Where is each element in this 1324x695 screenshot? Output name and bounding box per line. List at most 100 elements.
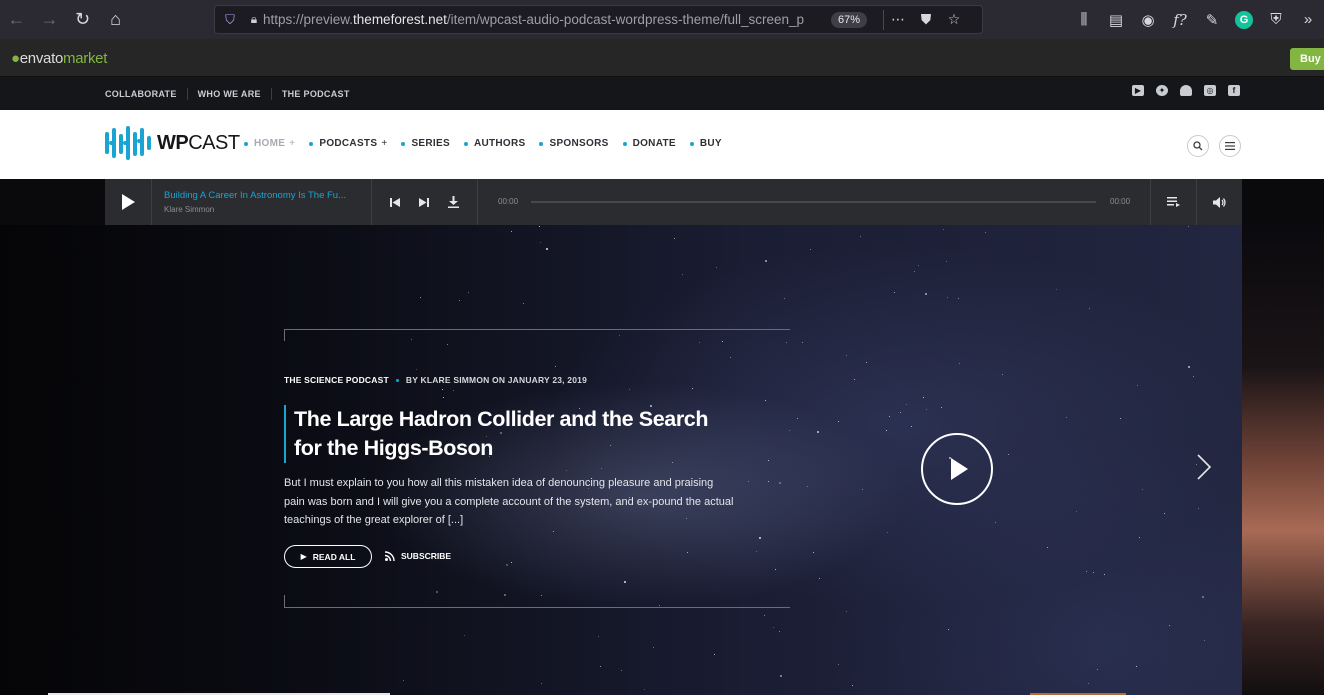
star-dot [925,293,928,296]
star-dot [785,341,787,343]
account-icon[interactable]: ◉ [1132,11,1164,29]
player-play-button[interactable] [105,179,152,225]
nav-dot [622,141,627,146]
library-icon[interactable]: ⫼ [1068,11,1100,28]
wpcast-logo[interactable]: WPCAST [105,124,240,162]
wpcast-logo-mark-icon [105,126,151,160]
next-slide-preview[interactable] [1242,225,1324,695]
overflow-menu-icon[interactable]: » [1292,11,1324,28]
function-extension-icon[interactable]: f? [1164,11,1196,29]
star-dot [1076,510,1077,512]
star-dot [552,530,554,532]
twitter-icon[interactable]: ✦ [1156,85,1168,96]
lock-icon[interactable]: 🔒︎ [245,12,263,27]
nav-item-series[interactable]: SERIES [401,138,450,149]
star-dot [1097,668,1099,670]
previous-track-icon[interactable] [389,197,400,207]
top-link-divider [270,88,272,100]
star-dot [674,237,676,239]
star-dot [802,341,804,343]
star-dot [541,595,543,597]
facebook-icon[interactable]: f [1228,85,1240,96]
star-dot [1187,366,1190,369]
star-dot [538,226,540,228]
star-dot [1085,570,1087,572]
menu-button[interactable] [1219,135,1241,157]
star-dot [906,403,908,405]
site-header: WPCAST HOME + PODCASTS + SERIES AUTHORS SP… [0,110,1324,179]
volume-button[interactable] [1196,179,1242,225]
youtube-icon[interactable]: ▶ [1132,85,1144,96]
star-dot [1188,225,1190,227]
color-picker-icon[interactable]: ✎ [1196,11,1228,29]
address-bar[interactable]: ⛉ 🔒︎ https://preview.themeforest.net/ite… [214,5,983,34]
nav-item-buy[interactable]: BUY [689,138,722,149]
pocket-icon[interactable]: ⛊ [912,11,940,28]
back-icon[interactable]: ← [0,0,33,39]
nav-item-podcasts[interactable]: PODCASTS + [309,138,387,149]
star-dot [755,550,757,552]
zoom-badge[interactable]: 67% [831,11,868,28]
star-dot [984,231,986,233]
star-dot [1047,547,1049,549]
star-dot [943,228,945,230]
next-slide-arrow-icon[interactable] [1196,453,1212,481]
nav-item-sponsors[interactable]: SPONSORS [539,138,608,149]
star-dot [910,425,912,427]
envato-market-logo[interactable]: ●envatomarket [11,50,107,67]
nav-item-donate[interactable]: DONATE [622,138,676,149]
next-track-icon[interactable] [418,197,429,207]
hero-title[interactable]: The Large Hadron Collider and the Search… [294,405,724,463]
star-dot [941,407,943,408]
playlist-button[interactable] [1150,179,1196,225]
star-dot [1119,417,1121,419]
top-link-the-podcast[interactable]: THE PODCAST [282,89,350,99]
reload-icon[interactable]: ↻ [66,0,99,39]
play-small-icon: ▶ [300,552,307,561]
star-dot [713,653,715,655]
star-dot [503,593,506,596]
hero-byline[interactable]: BY KLARE SIMMON ON JANUARY 23, 2019 [406,375,587,385]
star-dot [854,378,856,380]
player-progress-bar[interactable] [531,201,1096,203]
star-dot [686,552,688,554]
download-icon[interactable] [448,196,460,208]
main-nav: HOME + PODCASTS + SERIES AUTHORS SPONSORS … [244,138,736,149]
social-icons: ▶ ✦ ◎ f [1132,85,1252,96]
browser-toolbar: ← → ↻ ⌂ ⛉ 🔒︎ https://preview.themeforest… [0,0,1324,39]
star-dot [1136,665,1138,667]
star-dot [621,669,623,671]
star-dot [624,581,627,584]
star-dot [889,416,891,418]
bookmark-star-icon[interactable]: ☆ [940,11,968,28]
reader-view-icon[interactable]: ▤ [1100,11,1132,29]
nav-item-authors[interactable]: AUTHORS [463,138,526,149]
hero-category-link[interactable]: THE SCIENCE PODCAST [284,375,389,385]
star-dot [767,480,769,482]
subscribe-button[interactable]: SUBSCRIBE [385,551,451,561]
nav-item-home[interactable]: HOME + [244,138,295,149]
buy-button[interactable]: Buy t [1290,48,1324,70]
more-actions-icon[interactable]: ⋯ [884,11,912,28]
grammarly-icon[interactable]: G [1235,10,1253,29]
tracking-shield-icon[interactable]: ⛉ [215,12,245,28]
soundcloud-icon[interactable] [1180,85,1192,96]
top-link-collaborate[interactable]: COLLABORATE [105,89,177,99]
envato-leaf-icon: ● [11,50,20,67]
home-icon[interactable]: ⌂ [99,0,132,39]
forward-icon[interactable]: → [33,0,66,39]
star-dot [765,260,768,263]
star-dot [948,629,950,631]
hero-frame-bottom [284,595,790,608]
top-link-who-we-are[interactable]: WHO WE ARE [198,89,261,99]
meta-dot [395,378,399,382]
search-button[interactable] [1187,135,1209,157]
hero-play-button[interactable] [921,433,993,505]
instagram-icon[interactable]: ◎ [1204,85,1216,96]
star-dot [995,522,997,524]
star-dot [900,411,902,413]
player-track-title[interactable]: Building A Career In Astronomy Is The Fu… [164,190,360,201]
url-text[interactable]: https://preview.themeforest.net/item/wpc… [263,12,823,27]
read-all-button[interactable]: ▶ READ ALL [284,545,372,568]
privacy-badger-icon[interactable]: ⛨ [1260,11,1292,28]
